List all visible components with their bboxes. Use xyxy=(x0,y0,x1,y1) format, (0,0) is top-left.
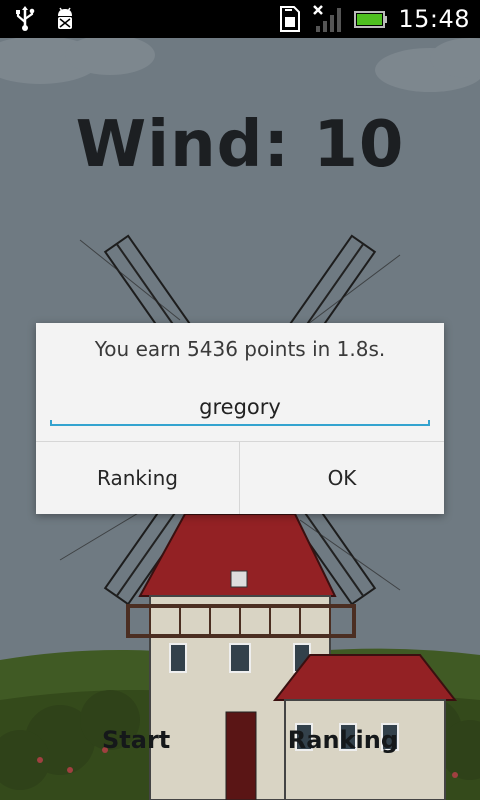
input-underline xyxy=(50,420,430,426)
sim-card-icon xyxy=(280,6,301,32)
score-message: You earn 5436 points in 1.8s. xyxy=(94,337,386,361)
status-bar: 15:48 xyxy=(0,0,480,38)
battery-icon xyxy=(354,11,388,28)
usb-icon xyxy=(16,6,35,31)
ok-button[interactable]: OK xyxy=(240,442,444,514)
player-name-input[interactable] xyxy=(50,389,430,425)
score-dialog: You earn 5436 points in 1.8s. Ranking OK xyxy=(36,323,444,514)
android-debug-icon xyxy=(58,7,72,29)
ranking-button[interactable]: Ranking xyxy=(36,442,239,514)
status-time: 15:48 xyxy=(398,5,470,33)
no-signal-icon xyxy=(313,5,342,32)
